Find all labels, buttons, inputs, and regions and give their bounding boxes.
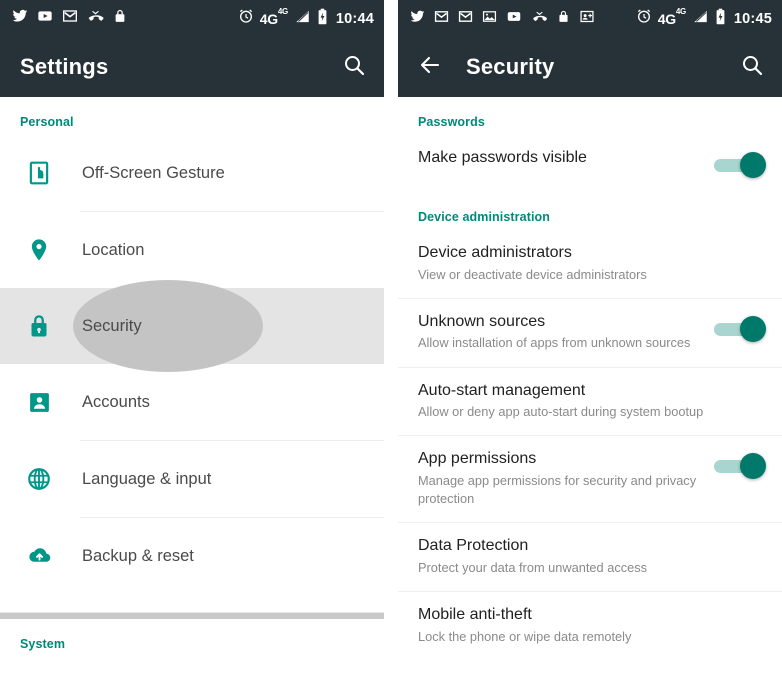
- network-type-label: 4G4G: [259, 6, 288, 27]
- status-system-icons: 4G4G 10:45: [636, 6, 772, 30]
- settings-item-security[interactable]: Security: [0, 280, 384, 372]
- alarm-icon: [636, 8, 652, 29]
- security-item-app-permissions[interactable]: App permissions Manage app permissions f…: [398, 436, 782, 522]
- settings-item-label: Location: [82, 240, 145, 259]
- item-title: Make passwords visible: [418, 149, 587, 166]
- search-icon: [740, 53, 764, 82]
- toggle-unknown-sources[interactable]: [714, 315, 766, 342]
- settings-phone-panel: 4G4G 10:44 Settings Personal Off-Screen …: [0, 0, 391, 689]
- location-pin-icon: [22, 237, 56, 263]
- image-icon: [482, 9, 497, 29]
- youtube-icon: [37, 8, 53, 29]
- item-title: Data Protection: [418, 537, 529, 555]
- search-button[interactable]: [740, 53, 764, 82]
- settings-list: Personal Off-Screen Gesture Location Sec…: [0, 97, 384, 657]
- lock-icon: [557, 9, 570, 29]
- section-header-passwords: Passwords: [418, 115, 485, 129]
- settings-item-off-screen-gesture[interactable]: Off-Screen Gesture: [0, 135, 384, 211]
- page-title: Security: [466, 54, 555, 79]
- security-app-bar: Security: [398, 37, 782, 97]
- settings-item-accounts[interactable]: Accounts: [0, 364, 384, 440]
- security-item-mobile-anti-theft[interactable]: Mobile anti-theft Lock the phone or wipe…: [398, 592, 782, 660]
- settings-item-backup-reset[interactable]: Backup & reset: [0, 518, 384, 594]
- status-bar-left: 4G4G 10:44: [0, 0, 384, 37]
- settings-item-label: Security: [82, 316, 142, 335]
- item-title: Auto-start management: [418, 381, 586, 399]
- network-type-label: 4G4G: [657, 6, 686, 27]
- toggle-make-passwords-visible[interactable]: [714, 152, 766, 178]
- gmail-icon: [434, 9, 449, 29]
- item-subtitle: View or deactivate device administrators: [418, 266, 647, 282]
- item-title: Unknown sources: [418, 312, 546, 330]
- item-subtitle: Allow or deny app auto-start during syst…: [418, 404, 704, 420]
- section-header-personal: Personal: [20, 115, 74, 129]
- status-bar-right: 4G4G 10:45: [398, 0, 782, 37]
- dual-phone-screenshot: 4G4G 10:44 Settings Personal Off-Screen …: [0, 0, 782, 689]
- signal-bars-icon: [692, 9, 709, 29]
- alarm-icon: [238, 8, 254, 29]
- section-separator-bar: [0, 612, 384, 619]
- security-item-unknown-sources[interactable]: Unknown sources Allow installation of ap…: [398, 299, 782, 367]
- cloud-upload-icon: [22, 544, 56, 568]
- item-subtitle: Protect your data from unwanted access: [418, 559, 648, 575]
- status-time: 10:44: [335, 10, 374, 27]
- page-title: Settings: [20, 54, 109, 79]
- settings-app-bar: Settings: [0, 37, 384, 97]
- security-item-auto-start-management[interactable]: Auto-start management Allow or deny app …: [398, 368, 782, 436]
- item-subtitle: Manage app permissions for security and …: [418, 472, 697, 506]
- lock-icon: [113, 8, 127, 29]
- security-item-data-protection[interactable]: Data Protection Protect your data from u…: [398, 523, 782, 591]
- toggle-thumb: [740, 315, 766, 342]
- back-button[interactable]: [418, 53, 442, 82]
- contact-add-icon: [579, 9, 595, 29]
- twitter-icon: [12, 8, 28, 29]
- search-button[interactable]: [342, 53, 366, 82]
- lock-shield-icon: [22, 313, 56, 339]
- security-item-device-administrators[interactable]: Device administrators View or deactivate…: [398, 230, 782, 298]
- signal-bars-icon: [294, 9, 311, 29]
- battery-charging-icon: [317, 8, 328, 30]
- off-screen-gesture-icon: [22, 160, 56, 186]
- gmail-icon: [62, 8, 78, 29]
- toggle-app-permissions[interactable]: [714, 453, 766, 480]
- section-header-device-administration: Device administration: [418, 210, 551, 224]
- section-header-system: System: [20, 637, 66, 651]
- toggle-thumb: [740, 453, 766, 480]
- gmail-alt-icon: [458, 9, 473, 29]
- item-subtitle: Lock the phone or wipe data remotely: [418, 628, 632, 644]
- settings-item-label: Language & input: [82, 469, 212, 488]
- back-arrow-icon: [418, 53, 442, 82]
- status-time: 10:45: [733, 10, 772, 27]
- battery-charging-icon: [715, 8, 726, 30]
- status-system-icons: 4G4G 10:44: [238, 6, 374, 30]
- account-person-icon: [22, 390, 56, 415]
- settings-item-location[interactable]: Location: [0, 212, 384, 288]
- security-item-make-passwords-visible[interactable]: Make passwords visible: [398, 135, 782, 192]
- item-title: Mobile anti-theft: [418, 605, 532, 623]
- item-subtitle: Allow installation of apps from unknown …: [418, 335, 691, 351]
- toggle-thumb: [740, 152, 766, 178]
- settings-item-label: Backup & reset: [82, 546, 194, 565]
- missed-call-icon: [531, 9, 548, 29]
- status-notification-icons: [410, 9, 636, 29]
- item-title: Device administrators: [418, 244, 572, 261]
- status-notification-icons: [12, 8, 238, 29]
- missed-call-icon: [87, 8, 104, 29]
- settings-item-label: Accounts: [82, 392, 150, 411]
- settings-item-language-input[interactable]: Language & input: [0, 441, 384, 517]
- globe-icon: [22, 466, 56, 492]
- youtube-icon: [506, 9, 522, 29]
- security-phone-panel: 4G4G 10:45 Security Passwords Make passw…: [391, 0, 782, 689]
- search-icon: [342, 53, 366, 82]
- settings-item-label: Off-Screen Gesture: [82, 163, 225, 182]
- security-list: Passwords Make passwords visible Device …: [398, 97, 782, 660]
- item-title: App permissions: [418, 450, 537, 468]
- twitter-icon: [410, 9, 425, 29]
